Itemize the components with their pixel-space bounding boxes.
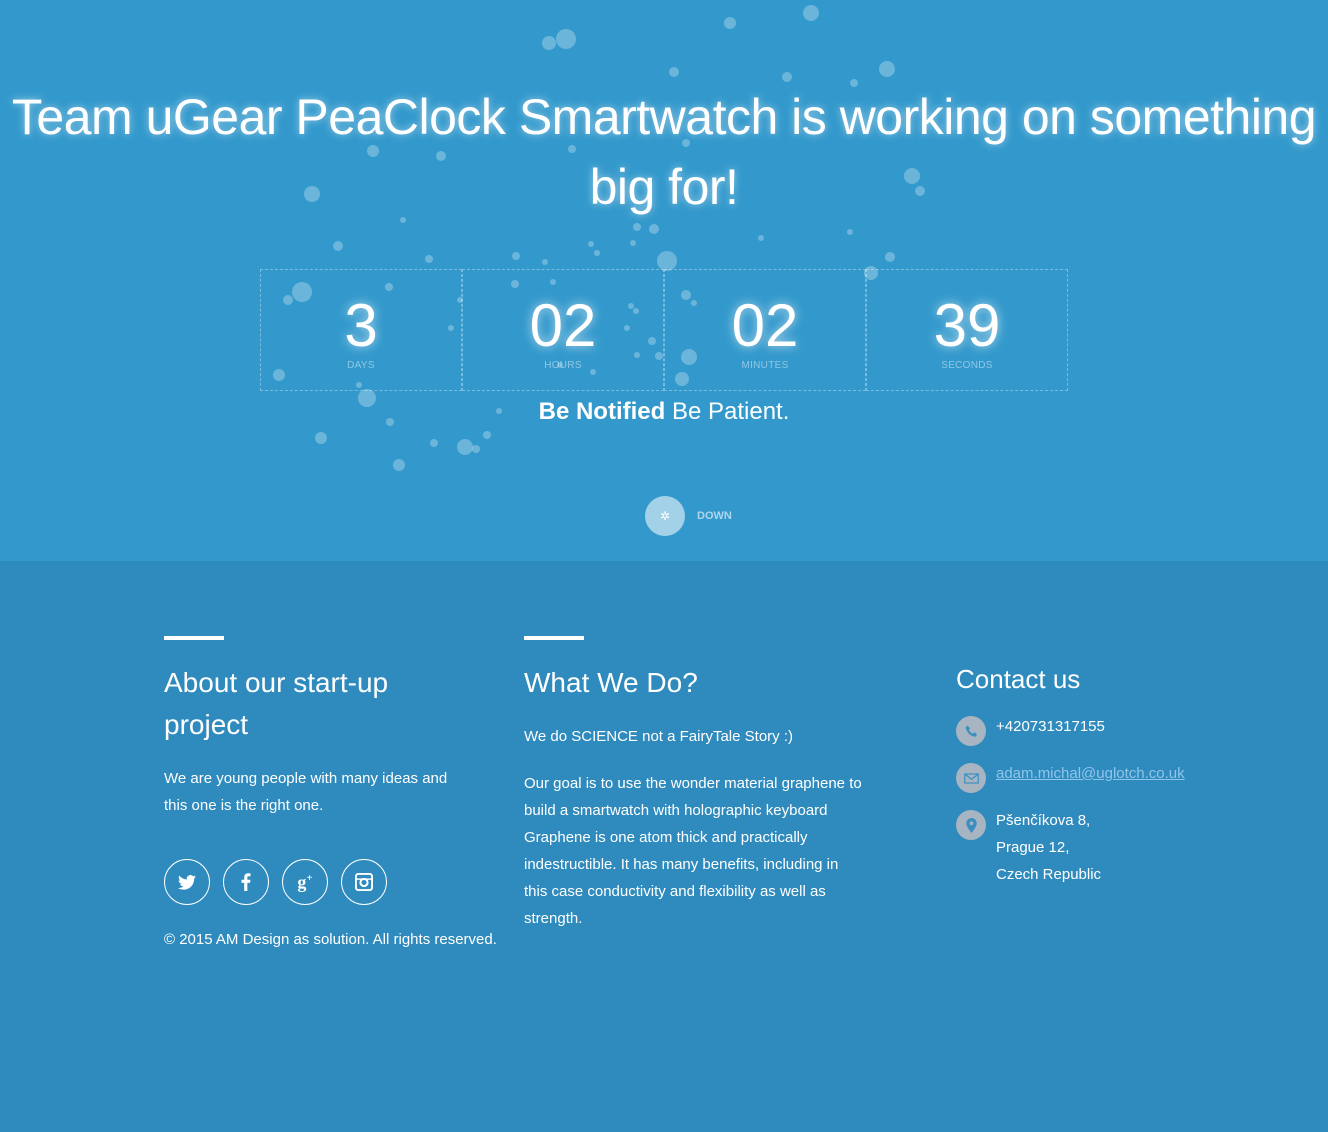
about-title: About our start-up project [164,667,389,740]
bubble [669,67,679,77]
notify-rest: Be Patient. [665,398,790,425]
bubble [542,36,556,50]
down-label[interactable]: DOWN [697,510,732,522]
countdown-hours-label: HOURS [544,360,582,371]
social-links: g+ [164,859,400,905]
contact-title: Contact us [956,664,1081,694]
countdown-seconds-value: 39 [933,292,1001,359]
bubble [588,241,594,247]
bubble [430,439,438,447]
phone-icon [956,716,986,746]
bubble [758,235,764,241]
bubble [782,72,792,82]
about-description: We are young people with many ideas and … [164,770,448,814]
notify-line: Be Notified Be Patient. [0,398,1328,426]
bubble [724,17,736,29]
map-pin-icon [956,810,986,840]
email-link[interactable]: adam.michal@uglotch.co.uk [996,765,1185,782]
bubble [315,432,327,444]
countdown-hours: 02 HOURS [462,269,664,391]
bubble [803,5,819,21]
bubble [333,241,343,251]
copyright: © 2015 AM Design as solution. All rights… [164,931,497,948]
facebook-icon[interactable] [223,859,269,905]
bubble [457,439,473,455]
what-divider [524,636,584,640]
countdown-days-label: DAYS [347,360,375,371]
countdown-days-value: 3 [344,292,378,359]
bubble [879,61,895,77]
bubble [393,459,405,471]
hero-section: Team uGear PeaClock Smartwatch is workin… [0,0,1328,561]
notify-bold[interactable]: Be Notified [539,398,666,425]
contact-email: adam.michal@uglotch.co.uk [956,763,1216,793]
instagram-icon[interactable] [341,859,387,905]
countdown-seconds: 39 SECONDS [866,269,1068,391]
bubble [885,252,895,262]
bubble [556,29,576,49]
address-line-3: Czech Republic [996,866,1102,883]
twitter-icon[interactable] [164,859,210,905]
bubble [594,250,600,256]
countdown-seconds-label: SECONDS [941,360,993,371]
countdown-minutes-value: 02 [731,292,799,359]
bubble [649,224,659,234]
bubble [483,431,491,439]
address-line-2: Prague 12, [996,839,1070,856]
down-button[interactable]: ✲ DOWN [645,496,732,536]
footer-section: About our start-up project We are young … [0,561,1328,1132]
what-goal: Our goal is to use the wonder material g… [524,775,862,927]
gear-icon[interactable]: ✲ [645,496,685,536]
google-plus-icon[interactable]: g+ [282,859,328,905]
bubble [630,240,636,246]
what-title: What We Do? [524,667,698,698]
address-line-1: Pšenčíkova 8, [996,812,1091,829]
countdown-minutes: 02 MINUTES [664,269,866,391]
bubble [633,223,641,231]
bubble [472,445,480,453]
bubble [847,229,853,235]
bubble [542,259,548,265]
countdown-days: 3 DAYS [260,269,462,391]
bubble [425,255,433,263]
bubble [657,251,677,271]
countdown-minutes-label: MINUTES [741,360,789,371]
phone-number[interactable]: +420731317155 [996,713,1105,740]
address-text: Pšenčíkova 8, Prague 12, Czech Republic [996,807,1101,888]
countdown-hours-value: 02 [529,292,597,359]
envelope-icon [956,763,986,793]
about-divider [164,636,224,640]
countdown: 3 DAYS 02 HOURS 02 MINUTES 39 SECONDS [260,269,1068,391]
contact-phone: +420731317155 [956,716,1216,746]
bubble [512,252,520,260]
contact-address: Pšenčíkova 8, Prague 12, Czech Republic [956,810,1216,888]
what-tagline: We do SCIENCE not a FairyTale Story :) [524,728,793,745]
page-title: Team uGear PeaClock Smartwatch is workin… [11,89,1317,215]
